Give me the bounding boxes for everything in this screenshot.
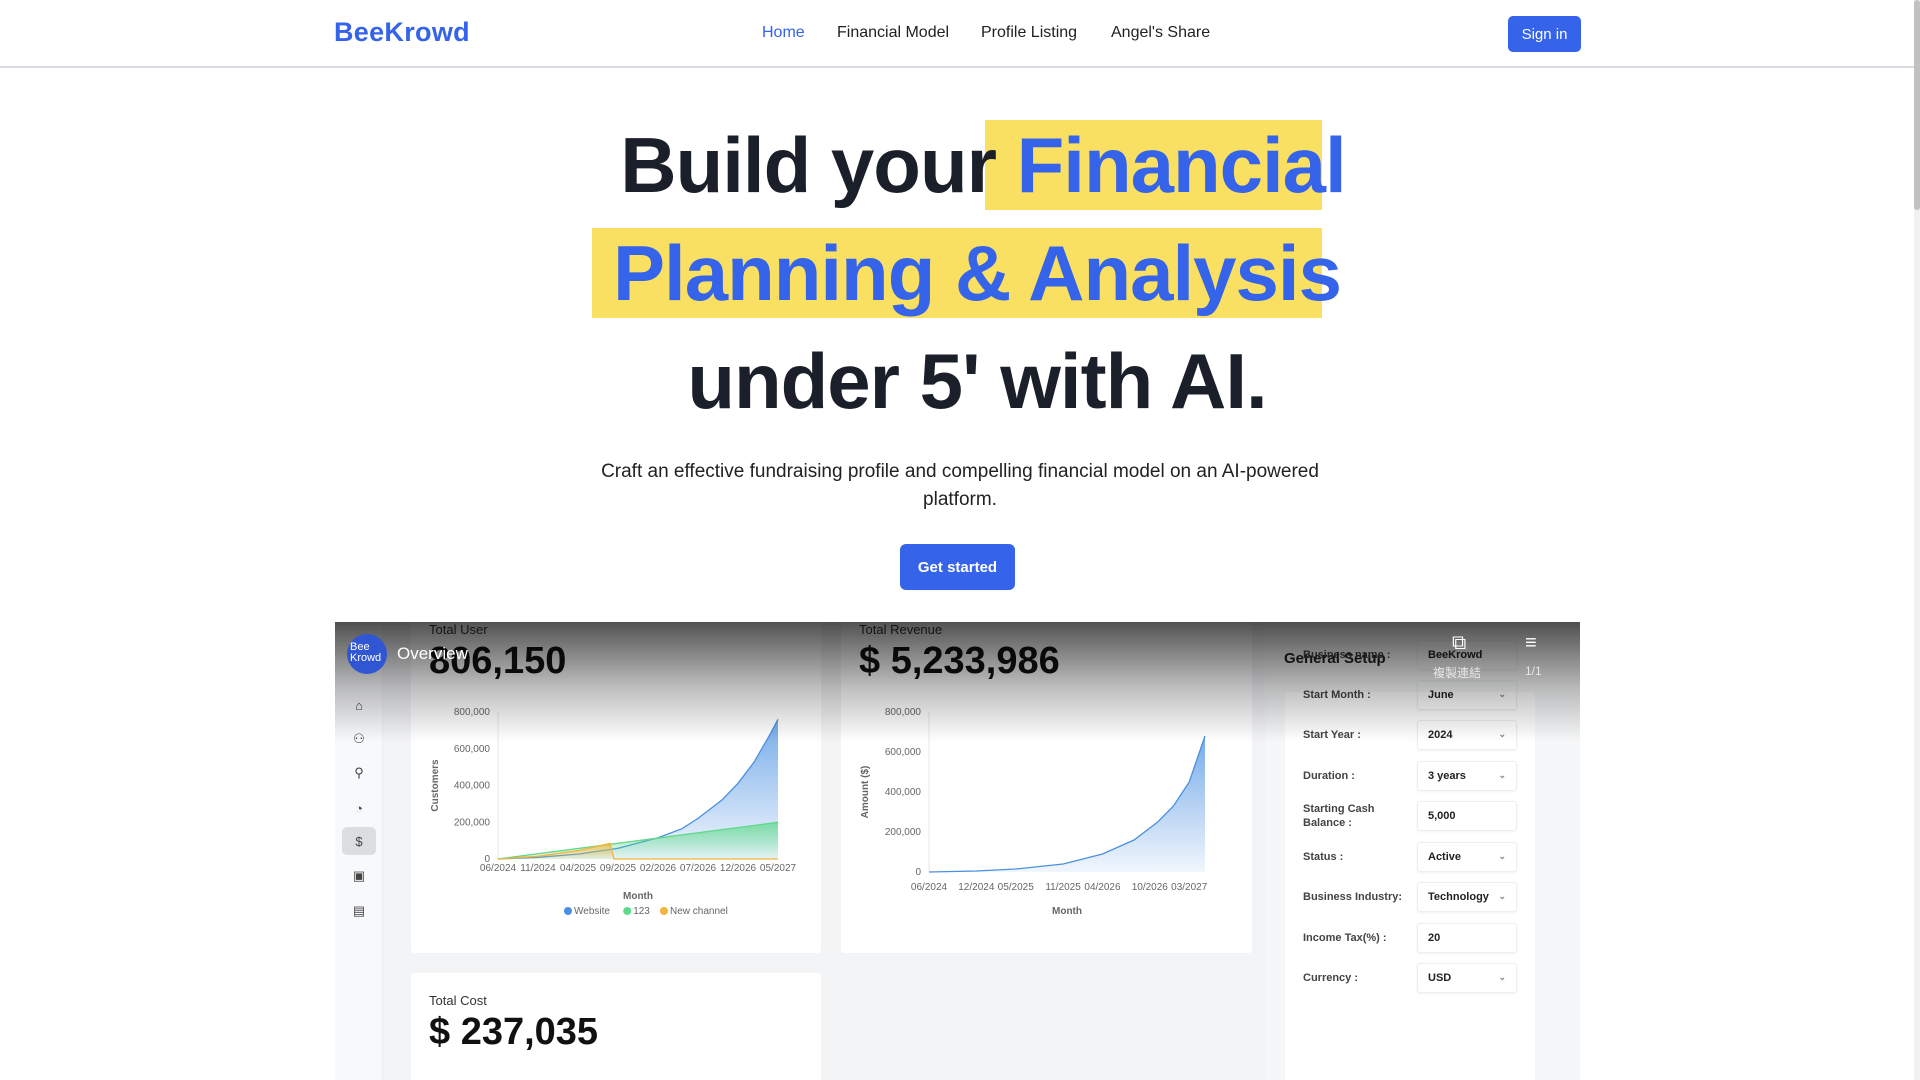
x-tick-label: 04/2026 — [1084, 882, 1121, 893]
field-value: 2024 — [1428, 729, 1453, 741]
field-label: Starting Cash Balance : — [1303, 803, 1375, 829]
copy-link-label[interactable]: 複製連結 — [1433, 664, 1481, 681]
x-tick-label: 04/2025 — [560, 863, 597, 874]
field-label: Income Tax(%) : — [1303, 932, 1387, 944]
demo-video[interactable]: ⌂ ⚇ ⚲ ◔ $ ▣ ▤ Total User 806,150 Total R… — [335, 622, 1580, 1080]
field-select[interactable]: Active ⌄ — [1417, 842, 1517, 872]
logo[interactable]: BeeKrowd — [334, 17, 470, 48]
scrollbar-thumb[interactable] — [1914, 0, 1920, 210]
get-started-button[interactable]: Get started — [900, 544, 1015, 590]
headline-line2: Planning & Analysis — [613, 229, 1342, 317]
x-tick-label: 02/2026 — [640, 863, 677, 874]
field-value: June — [1428, 689, 1454, 701]
field-label: Duration : — [1303, 770, 1355, 782]
x-tick-label: 06/2024 — [480, 863, 517, 874]
headline-line1: Build your Financial — [0, 120, 1920, 211]
field-select[interactable]: USD ⌄ — [1417, 963, 1517, 993]
x-tick-label: 11/2025 — [1045, 882, 1081, 893]
chevron-down-icon: ⌄ — [1498, 729, 1506, 739]
nav-home[interactable]: Home — [762, 24, 805, 42]
field-value: Active — [1428, 851, 1462, 863]
x-tick-label: 05/2025 — [998, 882, 1035, 893]
channel-avatar[interactable]: Bee Krowd — [347, 634, 387, 674]
chevron-down-icon: ⌄ — [1498, 972, 1506, 982]
x-tick-label: 11/2024 — [520, 863, 556, 874]
headline-line3: under 5' with AI. — [687, 337, 1267, 425]
legend-label: Website — [574, 906, 610, 917]
legend-marker — [623, 907, 632, 915]
x-tick-label: 12/2026 — [720, 863, 757, 874]
field-value: USD — [1428, 972, 1452, 984]
legend-marker — [660, 907, 668, 915]
field-label: Start Month : — [1303, 689, 1371, 701]
setup-form: Business name : BeeKrowd Start Month : June… — [1285, 640, 1535, 1080]
x-tick-label: 06/2024 — [911, 882, 948, 893]
field-value: 20 — [1428, 932, 1441, 944]
field-value: 3 years — [1428, 770, 1466, 782]
field-select[interactable]: 3 years ⌄ — [1417, 761, 1517, 791]
chevron-down-icon: ⌄ — [1498, 689, 1506, 699]
field-input[interactable]: 20 — [1417, 923, 1517, 953]
field-label: Start Year : — [1303, 729, 1361, 741]
x-axis-title: Month — [623, 891, 653, 902]
chevron-down-icon: ⌄ — [1498, 770, 1506, 780]
field-select[interactable]: Technology ⌄ — [1417, 882, 1517, 912]
y-tick-label: 600,000 — [454, 744, 491, 755]
y-tick-label: 800,000 — [885, 707, 922, 718]
x-tick-label: 12/2024 — [958, 882, 995, 893]
top-navbar — [0, 0, 1914, 68]
x-tick-label: 07/2026 — [680, 863, 717, 874]
legend-marker — [564, 907, 572, 915]
x-tick-label: 10/2026 — [1132, 882, 1169, 893]
chevron-down-icon: ⌄ — [1498, 891, 1506, 901]
x-axis-title: Month — [1052, 906, 1082, 917]
field-label: Business name : — [1303, 649, 1391, 661]
nav-financial-model[interactable]: Financial Model — [837, 24, 949, 42]
copy-icon[interactable]: ⧉ — [1452, 632, 1466, 655]
y-axis-title: Amount ($) — [860, 766, 871, 819]
headline-accent: Financial — [1016, 121, 1347, 209]
field-value: Technology — [1428, 891, 1489, 903]
x-tick-label: 09/2025 — [600, 863, 637, 874]
y-tick-label: 600,000 — [885, 747, 922, 758]
nav-profile-listing[interactable]: Profile Listing — [981, 24, 1077, 42]
y-tick-label: 400,000 — [454, 781, 491, 792]
hero-subtitle: Craft an effective fundraising profile a… — [601, 461, 1319, 510]
y-tick-label: 200,000 — [454, 817, 491, 828]
y-tick-label: 200,000 — [885, 827, 922, 838]
y-tick-label: 800,000 — [454, 707, 491, 718]
area-revenue — [929, 736, 1205, 872]
y-axis-title: Customers — [430, 759, 441, 812]
field-input[interactable]: 5,000 — [1417, 801, 1517, 831]
legend-label: 123 — [633, 906, 650, 917]
legend-label: New channel — [670, 906, 728, 917]
nav-angels-share[interactable]: Angel's Share — [1111, 24, 1210, 42]
headline-text: Build your — [620, 121, 1017, 209]
field-value: 5,000 — [1428, 810, 1456, 822]
sign-in-button[interactable]: Sign in — [1508, 16, 1581, 52]
field-label: Currency : — [1303, 972, 1359, 984]
y-tick-label: 400,000 — [885, 787, 922, 798]
playlist-icon[interactable]: ≡ — [1525, 632, 1537, 655]
x-tick-label: 03/2027 — [1171, 882, 1208, 893]
general-setup-panel: General Setup Business name : BeeKrowd Sta… — [1265, 622, 1580, 1080]
field-label: Status : — [1303, 851, 1344, 863]
playlist-count: 1/1 — [1525, 664, 1542, 678]
chevron-down-icon: ⌄ — [1498, 851, 1506, 861]
x-tick-label: 05/2027 — [760, 863, 797, 874]
field-select[interactable]: June ⌄ — [1417, 680, 1517, 710]
video-title[interactable]: Overview — [397, 644, 468, 664]
field-select[interactable]: 2024 ⌄ — [1417, 720, 1517, 750]
y-tick-label: 0 — [915, 867, 921, 878]
field-label: Business Industry: — [1303, 891, 1403, 903]
